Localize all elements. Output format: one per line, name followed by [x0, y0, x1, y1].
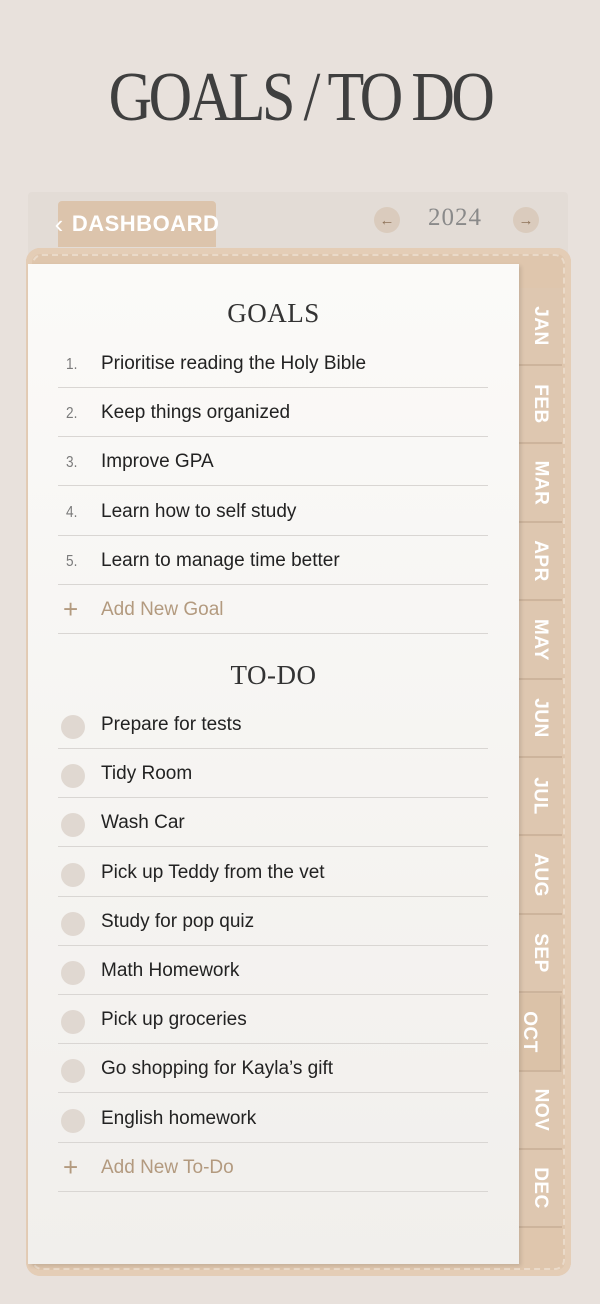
- todo-row[interactable]: Tidy Room: [58, 749, 488, 799]
- tab-label: JAN: [529, 306, 551, 346]
- goal-text: Learn how to self study: [101, 500, 297, 522]
- tab-label: MAY: [529, 618, 551, 661]
- tab-label: OCT: [518, 1010, 540, 1053]
- goal-row[interactable]: 4. Learn how to self study: [58, 487, 488, 536]
- checkbox-circle[interactable]: [61, 911, 85, 936]
- add-goal-label: Add New Goal: [101, 599, 224, 620]
- checkbox-circle[interactable]: [61, 1108, 85, 1133]
- goals-heading: GOALS: [227, 298, 320, 328]
- todo-text: Go shopping for Kayla’s gift: [101, 1058, 334, 1080]
- todo-row[interactable]: Pick up groceries: [58, 995, 488, 1045]
- tab-may[interactable]: MAY: [518, 601, 562, 680]
- todo-text: Study for pop quiz: [101, 910, 255, 932]
- tab-jun[interactable]: JUN: [518, 680, 562, 758]
- tab-label: JUL: [530, 777, 551, 816]
- goal-row[interactable]: 1. Prioritise reading the Holy Bible: [58, 339, 488, 388]
- goal-number: 1.: [66, 356, 78, 373]
- tab-mar[interactable]: MAR: [518, 444, 562, 523]
- next-year-button[interactable]: →: [513, 207, 539, 233]
- tab-label: JUN: [529, 698, 551, 738]
- goal-number: 4.: [66, 503, 78, 521]
- todo-row[interactable]: Go shopping for Kayla’s gift: [58, 1044, 488, 1094]
- tab-label: APR: [530, 540, 551, 582]
- todo-text: Tidy Room: [101, 763, 193, 785]
- tab-aug[interactable]: AUG: [518, 836, 562, 915]
- add-todo-button[interactable]: + Add New To-Do: [58, 1143, 488, 1192]
- todo-heading: TO-DO: [230, 660, 317, 690]
- goal-text: Improve GPA: [101, 451, 214, 473]
- tab-nov[interactable]: NOV: [518, 1072, 562, 1150]
- goal-number: 2.: [66, 405, 78, 423]
- tab-label: SEP: [530, 933, 551, 973]
- todo-text: English homework: [101, 1107, 257, 1129]
- todo-text: Wash Car: [101, 812, 185, 834]
- checkbox-circle[interactable]: [61, 1010, 85, 1035]
- goal-number: 5.: [66, 552, 78, 570]
- todo-row[interactable]: English homework: [58, 1094, 488, 1143]
- tab-feb[interactable]: FEB: [518, 366, 562, 445]
- checkbox-circle[interactable]: [61, 813, 85, 838]
- prev-year-button[interactable]: ←: [374, 207, 400, 233]
- tab-label: FEB: [530, 384, 551, 425]
- todo-row[interactable]: Math Homework: [58, 946, 488, 995]
- tab-label: DEC: [530, 1167, 551, 1210]
- arrow-right-icon: →: [518, 211, 534, 229]
- checkbox-circle[interactable]: [61, 862, 85, 887]
- checkbox-circle[interactable]: [61, 764, 85, 789]
- tab-dec[interactable]: DEC: [518, 1150, 562, 1229]
- goal-text: Keep things organized: [101, 402, 291, 424]
- year-label: 2024: [428, 204, 482, 231]
- goal-row[interactable]: 5. Learn to manage time better: [58, 536, 488, 585]
- todo-text: Prepare for tests: [101, 714, 242, 735]
- todo-row[interactable]: Wash Car: [58, 798, 488, 848]
- todo-text: Pick up Teddy from the vet: [101, 861, 325, 883]
- goal-row[interactable]: 3. Improve GPA: [58, 437, 488, 487]
- add-todo-label: Add New To-Do: [101, 1156, 234, 1178]
- tab-jan[interactable]: JAN: [518, 288, 562, 366]
- todo-row[interactable]: Study for pop quiz: [58, 897, 488, 946]
- tab-jul[interactable]: JUL: [518, 758, 562, 837]
- goal-row[interactable]: 2. Keep things organized: [58, 388, 488, 438]
- plus-icon: +: [63, 1151, 79, 1182]
- tab-label: MAR: [530, 460, 551, 506]
- tab-sep[interactable]: SEP: [518, 915, 562, 994]
- todo-text: Math Homework: [101, 960, 240, 981]
- tab-apr[interactable]: APR: [518, 523, 562, 602]
- checkbox-circle[interactable]: [61, 961, 85, 985]
- chevron-left-icon: ‹: [54, 209, 64, 239]
- tab-label: NOV: [530, 1088, 551, 1132]
- goal-text: Prioritise reading the Holy Bible: [101, 353, 367, 374]
- page-title: GOALS / TO DO: [108, 59, 495, 136]
- arrow-left-icon: ←: [379, 211, 395, 229]
- todo-text: Pick up groceries: [101, 1009, 247, 1031]
- goal-text: Learn to manage time better: [101, 549, 340, 571]
- dashboard-button[interactable]: ‹ DASHBOARD: [54, 201, 219, 247]
- goal-number: 3.: [66, 454, 78, 472]
- checkbox-circle[interactable]: [61, 715, 85, 739]
- tab-label: AUG: [529, 852, 551, 897]
- todo-row[interactable]: Pick up Teddy from the vet: [58, 848, 488, 897]
- checkbox-circle[interactable]: [61, 1059, 85, 1084]
- dashboard-label: DASHBOARD: [71, 211, 220, 236]
- add-goal-button[interactable]: + Add New Goal: [58, 585, 488, 634]
- todo-row[interactable]: Prepare for tests: [58, 700, 488, 749]
- plus-icon: +: [63, 594, 79, 624]
